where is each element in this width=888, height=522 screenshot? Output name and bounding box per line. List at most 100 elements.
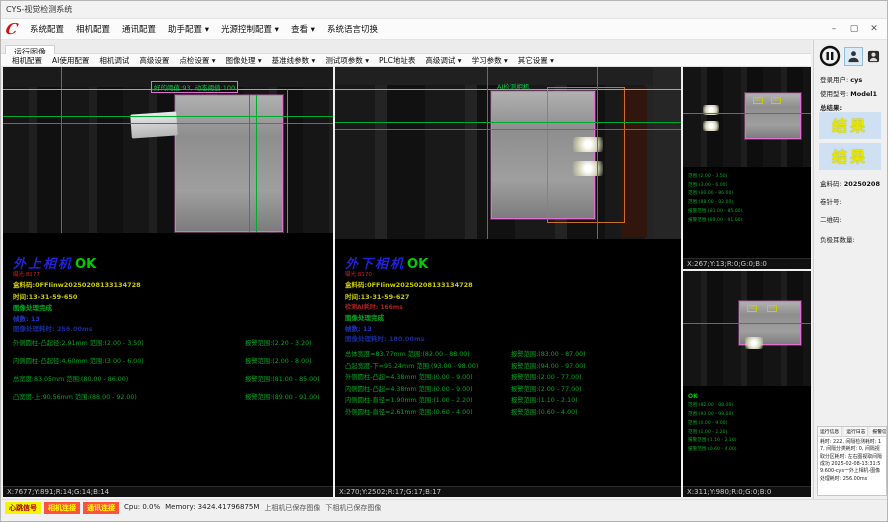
measure-line-text: 范围:(82.00 - 88.00) xyxy=(688,402,737,411)
measurement-row: 总宽度:83.05mm 范围:(80.00 - 86.00) 报警范围:(81.… xyxy=(13,374,128,383)
toolbar-item[interactable]: AI使用配置 xyxy=(47,55,94,66)
alarm-range: 报警范围:(89.00 - 91.00) xyxy=(245,392,320,401)
login-user-button[interactable] xyxy=(845,48,862,65)
saved-top-text: 上相机已保存图像 xyxy=(264,502,320,513)
cursor-coords: X:7677;Y:891;R:14;G:14;B:14 xyxy=(3,486,333,497)
total-result-label: 总结果: xyxy=(820,102,842,112)
alarm-range: 报警范围:(2.20 - 3.20) xyxy=(245,338,312,347)
model-value: Model1 xyxy=(850,90,877,98)
pause-button[interactable] xyxy=(818,44,842,68)
toolbar-item[interactable]: 基准线参数 ▾ xyxy=(267,55,321,66)
measurement-row: 外侧圆柱-直径=2.61mm 范围:(0.60 - 4.00) 报警范围:(0.… xyxy=(345,407,473,416)
saved-bottom-text: 下相机已保存图像 xyxy=(325,502,381,513)
result-box-1: 结果 xyxy=(819,112,881,139)
measure-line xyxy=(3,123,333,124)
measurement-value: 总体宽度=83.77mm 范围:(82.00 - 88.00) xyxy=(345,351,470,358)
exposure-text: 曝光:8177 xyxy=(13,270,40,278)
minimize-button[interactable]: – xyxy=(827,24,841,34)
process-time-text: 图像处理耗时: 256.00ms xyxy=(13,323,93,333)
user-dark-icon xyxy=(867,50,880,63)
result-ok: OK xyxy=(407,257,428,272)
measure-line xyxy=(597,67,598,239)
toolbar-item[interactable]: 高级设置 xyxy=(134,55,174,66)
camera-view-side-bottom[interactable]: 95 93 OK 范围:(82.00 - 88.00)范围:(93.00 - 9… xyxy=(683,271,811,497)
user-manage-button[interactable] xyxy=(865,48,882,65)
measure-line-text: 范围:(2.00 - 3.50) xyxy=(688,173,742,182)
toolbar-item[interactable]: 图像处理 ▾ xyxy=(221,55,267,66)
measure-line-text: 范围:(0.00 - 9.00) xyxy=(688,420,737,429)
control-panel: 登录用户: cys 使用型号: Model1 总结果: 结果 结果 盒料码: 2… xyxy=(813,40,888,499)
status-bar: 心跳信号相机连接通讯连接 Cpu: 0.0% Memory: 3424.4179… xyxy=(1,499,888,522)
menu-item[interactable]: 系统配置 xyxy=(25,20,69,38)
menu-item[interactable]: 查看 ▾ xyxy=(286,20,320,38)
measure-line-text: 报警范围:(0.60 - 4.00) xyxy=(688,446,737,455)
camera-view-side-top[interactable]: 95 93 范围:(2.00 - 3.50)范围:(3.00 - 6.00)范围… xyxy=(683,67,811,269)
value-box: 93 xyxy=(771,97,781,104)
camera-view-lower[interactable]: AI检测相机 外下相机OK 曝光:8170 盒料码:0FFIinw2025020… xyxy=(335,67,681,497)
measure-line xyxy=(335,122,681,123)
panel-barcode-value: 20250208 xyxy=(844,180,880,188)
time-text: 时间:13-31-59-650 xyxy=(13,291,77,301)
info-tabs: 运行信息运行日志报警信息 xyxy=(818,427,886,437)
cursor-coords: X:311;Y:980;R:0;G:0;B:0 xyxy=(683,486,811,497)
baseline-vertical xyxy=(61,67,62,233)
toolbar-item[interactable]: 其它设置 ▾ xyxy=(513,55,559,66)
info-tab[interactable]: 运行日志 xyxy=(844,427,868,436)
login-user-label: 登录用户: xyxy=(820,76,848,84)
close-button[interactable]: ✕ xyxy=(867,24,881,34)
toolbar-item[interactable]: 点检设置 ▾ xyxy=(174,55,220,66)
measurement-row: 总体宽度=83.77mm 范围:(82.00 - 88.00) 报警范围:(83… xyxy=(345,349,470,358)
toolbar-item[interactable]: PLC地址表 xyxy=(374,55,420,66)
result-ok: OK xyxy=(75,257,96,272)
exposure-text: 曝光:8170 xyxy=(345,270,372,278)
measurement-value: 凸宽度-上:90.56mm 范围:(88.00 - 92.00) xyxy=(13,394,137,401)
measure-line-text: 范围:(88.00 - 92.00) xyxy=(688,199,742,208)
log-text: 耗时: 222, 间隔检测耗时: 17, 间隔分类耗时: 0, 间隔视取分区耗时… xyxy=(818,437,886,485)
app-window: CYS-视觉检测系统 C 系统配置相机配置通讯配置助手配置 ▾光源控制配置 ▾查… xyxy=(0,0,888,522)
ai-time-text: 检测AI耗时: 166ms xyxy=(345,302,403,311)
alarm-range: 报警范围:(81.00 - 85.00) xyxy=(245,374,320,383)
frame-count-text: 帧数: 13 xyxy=(345,323,372,333)
cpu-usage: Cpu: 0.0% xyxy=(124,502,160,511)
alarm-range: 报警范围:(1.10 - 2.10) xyxy=(511,395,578,404)
process-done-text: 图像处理完成 xyxy=(345,312,384,322)
info-tab[interactable]: 运行信息 xyxy=(818,427,842,436)
login-user-value: cys xyxy=(850,76,862,84)
camera-view-upper[interactable]: 好的阈值:93, 动态阈值:100 外上相机OK 曝光:8177 盒料码:0FF… xyxy=(3,67,333,497)
toolbar-item[interactable]: 高级调试 ▾ xyxy=(420,55,466,66)
toolbar-item[interactable]: 相机调试 xyxy=(94,55,134,66)
measurement-value: 凸起宽度-下=95.24mm 范围:(93.00 - 98.00) xyxy=(345,363,478,370)
toolbar-item[interactable]: 学习参数 ▾ xyxy=(467,55,513,66)
panel-buttons xyxy=(818,44,888,68)
measure-line-text: 范围:(93.00 - 98.00) xyxy=(688,411,737,420)
time-text: 时间:13-31-59-627 xyxy=(345,291,409,301)
measure-line-text: 报警范围:(89.00 - 91.00) xyxy=(688,217,742,226)
panel-barcode-label: 盒料码: xyxy=(820,180,842,188)
result-box-2: 结果 xyxy=(819,143,881,170)
status-badges: 心跳信号相机连接通讯连接 xyxy=(5,502,119,514)
info-log-box[interactable]: 运行信息运行日志报警信息 耗时: 222, 间隔检测耗时: 17, 间隔分类耗时… xyxy=(817,426,887,496)
camera-image-lower: AI检测相机 xyxy=(335,67,681,239)
alarm-range: 报警范围:(2.00 - 77.00) xyxy=(511,384,582,393)
maximize-button[interactable]: ▢ xyxy=(847,24,861,34)
measure-line-text: 报警范围:(81.00 - 85.00) xyxy=(688,208,742,217)
info-tab[interactable]: 报警信息 xyxy=(870,427,887,436)
process-time-text: 图像处理耗时: 180.00ms xyxy=(345,333,425,343)
toolbar-item[interactable]: 相机配置 xyxy=(7,55,47,66)
measurement-value: 外侧圆柱-直径=2.61mm 范围:(0.60 - 4.00) xyxy=(345,409,473,416)
measure-line-text: 范围:(3.00 - 6.00) xyxy=(688,182,742,191)
menu-item[interactable]: 光源控制配置 ▾ xyxy=(216,20,284,38)
roll-number-label: 卷针号: xyxy=(820,196,842,206)
alarm-range: 报警范围:(0.60 - 4.00) xyxy=(511,407,578,416)
menu-item[interactable]: 系统语言切换 xyxy=(322,20,383,38)
side-measure-text: OK 范围:(82.00 - 88.00)范围:(93.00 - 98.00)范… xyxy=(688,391,737,455)
window-controls: – ▢ ✕ xyxy=(827,24,888,34)
menu-item[interactable]: 相机配置 xyxy=(71,20,115,38)
alarm-range: 报警范围:(83.00 - 87.00) xyxy=(511,349,586,358)
status-badge: 通讯连接 xyxy=(83,502,119,514)
tab-highlight xyxy=(745,337,763,349)
measurement-value: 内侧圆柱-凸起=4.38mm 范围:(0.00 - 9.00) xyxy=(345,386,473,393)
menu-item[interactable]: 通讯配置 xyxy=(117,20,161,38)
toolbar-item[interactable]: 测试项参数 ▾ xyxy=(320,55,374,66)
menu-item[interactable]: 助手配置 ▾ xyxy=(163,20,214,38)
